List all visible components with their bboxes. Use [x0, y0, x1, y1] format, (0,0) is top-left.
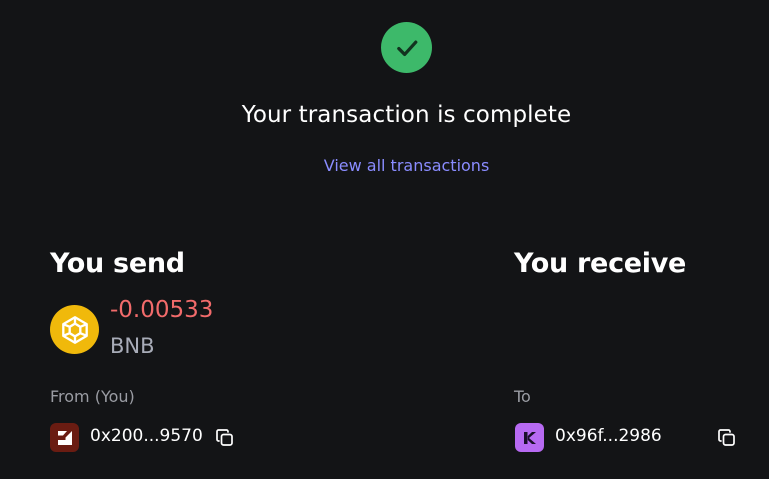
- bnb-logo-icon: [50, 305, 99, 354]
- wallet-avatar-icon: [50, 423, 79, 452]
- from-label: From (You): [50, 387, 135, 406]
- to-address: 0x96f...2986: [555, 426, 662, 446]
- send-token-symbol: BNB: [110, 334, 155, 358]
- page-title: Your transaction is complete: [241, 102, 572, 128]
- contract-avatar-icon: [515, 423, 544, 452]
- send-heading: You send: [50, 248, 185, 279]
- check-circle-icon: [381, 22, 432, 73]
- view-all-transactions-link[interactable]: View all transactions: [0, 156, 769, 175]
- copy-icon[interactable]: [716, 427, 738, 449]
- copy-icon[interactable]: [214, 427, 236, 449]
- from-address: 0x200...9570: [90, 426, 203, 446]
- send-amount: -0.00533: [110, 297, 214, 323]
- to-label: To: [514, 387, 531, 406]
- transaction-complete-page: Your transaction is complete View all tr…: [0, 0, 769, 479]
- receive-heading: You receive: [514, 248, 687, 279]
